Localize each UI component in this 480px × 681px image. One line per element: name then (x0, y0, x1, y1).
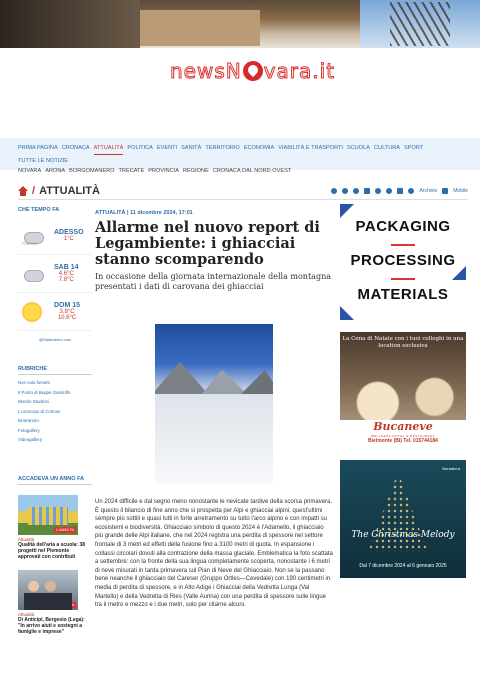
accadeva-thumbnail[interactable]: 1 ANNO FA (18, 570, 78, 610)
accadeva-item[interactable]: 1 ANNO FA Attualità Di Anticipi, Bergesi… (18, 570, 92, 635)
accadeva-badge: 1 ANNO FA (53, 527, 76, 533)
sub-nav: NOVARA ARONA BORGOMANERO TRECATE PROVINCIA RE… (18, 168, 291, 174)
nav-item[interactable]: PRIMA PAGINA (18, 142, 58, 155)
nav-item[interactable]: CULTURA (374, 142, 400, 155)
nav-item[interactable]: CRONACA (62, 142, 90, 155)
nav-item[interactable]: ATTUALITÀ (93, 142, 124, 155)
ad-bucaneve[interactable]: La Cena di Natale con i tuoi colleghi in… (340, 332, 466, 450)
subnav-item[interactable]: CRONACA DAL NORD OVEST (213, 168, 291, 174)
accadeva-title[interactable]: Qualità dell'aria a scuola: 38 progetti … (18, 542, 92, 560)
rubriche-box: RUBRICHE Non solo fumetti Il Punto di Bep… (18, 366, 92, 445)
instagram-icon[interactable] (342, 187, 349, 194)
cloud-icon (18, 262, 48, 286)
weather-day: SAB 14 4.6°C 7.8°C (18, 255, 92, 293)
weather-temp-max: 7.8°C (58, 277, 74, 283)
telegram-icon[interactable] (386, 187, 393, 194)
ad-packaging-word: PROCESSING (350, 252, 456, 269)
nav-item-tutte-le-notizie[interactable]: TUTTE LE NOTIZIE (18, 155, 68, 167)
subnav-item[interactable]: TRECATE (119, 168, 145, 174)
x-icon[interactable] (353, 187, 360, 194)
article-title: Allarme nel nuovo report di Legambiente:… (95, 219, 320, 268)
mobile-link[interactable]: Mobile (453, 188, 468, 194)
section-title: ATTUALITÀ (39, 184, 100, 197)
nav-item[interactable]: SPORT (404, 142, 423, 155)
weather-condition: FOSCHIA (22, 241, 38, 246)
article-body: Un 2024 difficile e dal segno meno nonos… (95, 499, 333, 609)
accadeva-item[interactable]: 1 ANNO FA Attualità Qualità dell'aria a … (18, 495, 92, 560)
weather-heading: CHE TEMPO FA (18, 207, 60, 213)
weather-temp-max: 10.6°C (57, 315, 77, 321)
accadeva-heading: ACCADEVA UN ANNO FA (18, 476, 92, 485)
ad-christmas-dates: Dal 7 dicembre 2024 al 6 gennaio 2025 (359, 563, 447, 569)
home-icon[interactable] (18, 185, 28, 196)
nav-item[interactable]: SCUOLA (347, 142, 370, 155)
nav-item[interactable]: POLITICA (127, 142, 153, 155)
weather-widget: CHE TEMPO FA FOSCHIA ADESSO 1°C SAB 14 4.6°C… (18, 207, 92, 342)
page: newsN vara.it PRIMA PAGINA CRONACA ATTUALI… (0, 0, 480, 681)
weather-day: DOM 15 3.8°C 10.6°C (18, 293, 92, 331)
main-nav: PRIMA PAGINA CRONACA ATTUALITÀ POLITICA EVEN… (0, 138, 480, 170)
ad-christmas-logo: Nunaferra (442, 466, 460, 471)
weather-day-label: DOM 15 (54, 302, 81, 309)
rubriche-item[interactable]: L'oroscopo di Corinne (18, 407, 92, 417)
ad-bucaneve-headline: La Cena di Natale con i tuoi colleghi in… (342, 336, 464, 349)
archivio-link[interactable]: Archivio (419, 188, 437, 194)
weather-temp-min: 1°C (63, 236, 74, 242)
nav-item[interactable]: ECONOMIA (244, 142, 274, 155)
article-meta: ATTUALITÀ | 11 dicembre 2024, 17:01 (95, 210, 193, 216)
subnav-item[interactable]: REGIONE (183, 168, 209, 174)
subnav-item[interactable]: PROVINCIA (148, 168, 179, 174)
facebook-icon[interactable] (331, 187, 338, 194)
article-subtitle: In occasione della giornata internaziona… (95, 272, 331, 291)
nav-item[interactable]: TERRITORIO (205, 142, 239, 155)
mobile-icon[interactable] (442, 187, 449, 194)
article-photo (155, 324, 273, 484)
location-pin-icon (242, 61, 263, 81)
social-links: Archivio Mobile (331, 187, 468, 194)
logo-text-1: newsN (170, 59, 242, 84)
subnav-item[interactable]: ARONA (45, 168, 65, 174)
fog-icon: FOSCHIA (18, 224, 48, 248)
subnav-item[interactable]: NOVARA (18, 168, 41, 174)
rubriche-item[interactable]: Mondo Studenti (18, 397, 92, 407)
accadeva-box: ACCADEVA UN ANNO FA 1 ANNO FA Attualità … (18, 476, 92, 645)
rubriche-item[interactable]: Non solo fumetti (18, 378, 92, 388)
weather-credit[interactable]: @Datameteo.com (18, 337, 92, 342)
site-logo[interactable]: newsN vara.it (170, 59, 336, 84)
ad-bucaneve-brand: Bucaneve (373, 420, 433, 433)
breadcrumb-separator: / (32, 184, 36, 197)
nav-item[interactable]: EVENTI (157, 142, 177, 155)
mail-icon[interactable] (397, 187, 404, 194)
weather-day-label: SAB 14 (54, 264, 79, 271)
christmas-tree-icon (368, 472, 428, 552)
rss-icon[interactable] (375, 187, 382, 194)
ad-packaging-word: PACKAGING (355, 218, 451, 235)
search-icon[interactable] (408, 187, 415, 194)
youtube-icon[interactable] (364, 187, 371, 194)
rubriche-item[interactable]: Fotogallery (18, 426, 92, 436)
section-header: / ATTUALITÀ Archivio Mobile (18, 182, 468, 200)
rubriche-item[interactable]: Itinerarium (18, 416, 92, 426)
accadeva-badge: 1 ANNO FA (53, 602, 76, 608)
nav-item[interactable]: SANITÀ (181, 142, 201, 155)
weather-day-label: ADESSO (54, 229, 84, 236)
rubriche-item[interactable]: Videogallery (18, 435, 92, 445)
logo-text-2: vara.it (263, 59, 336, 84)
rubriche-item[interactable]: Il Punto di Beppe Gandolfo (18, 388, 92, 398)
ad-packaging-word: MATERIALS (357, 286, 449, 303)
accadeva-thumbnail[interactable]: 1 ANNO FA (18, 495, 78, 535)
ad-bucaneve-address: Bielmonte (BI) Tel. 015744184 (368, 438, 438, 444)
header-banner-image (0, 0, 480, 48)
ad-christmas-title: The Christmas Melody (351, 530, 455, 540)
sun-icon (18, 300, 48, 324)
subnav-item[interactable]: BORGOMANERO (69, 168, 114, 174)
ad-packaging[interactable]: PACKAGING PROCESSING MATERIALS (340, 204, 466, 320)
article: ATTUALITÀ | 11 dicembre 2024, 17:01 Alla… (95, 210, 333, 608)
weather-day: FOSCHIA ADESSO 1°C (18, 217, 92, 255)
ad-christmas[interactable]: Nunaferra The Christmas Melody Dal 7 dic… (340, 460, 466, 578)
accadeva-title[interactable]: Di Anticipi, Bergesio (Lega): "In arrivo… (18, 617, 92, 635)
rubriche-heading: RUBRICHE (18, 366, 92, 375)
nav-item[interactable]: VIABILITÀ E TRASPORTI (278, 142, 343, 155)
